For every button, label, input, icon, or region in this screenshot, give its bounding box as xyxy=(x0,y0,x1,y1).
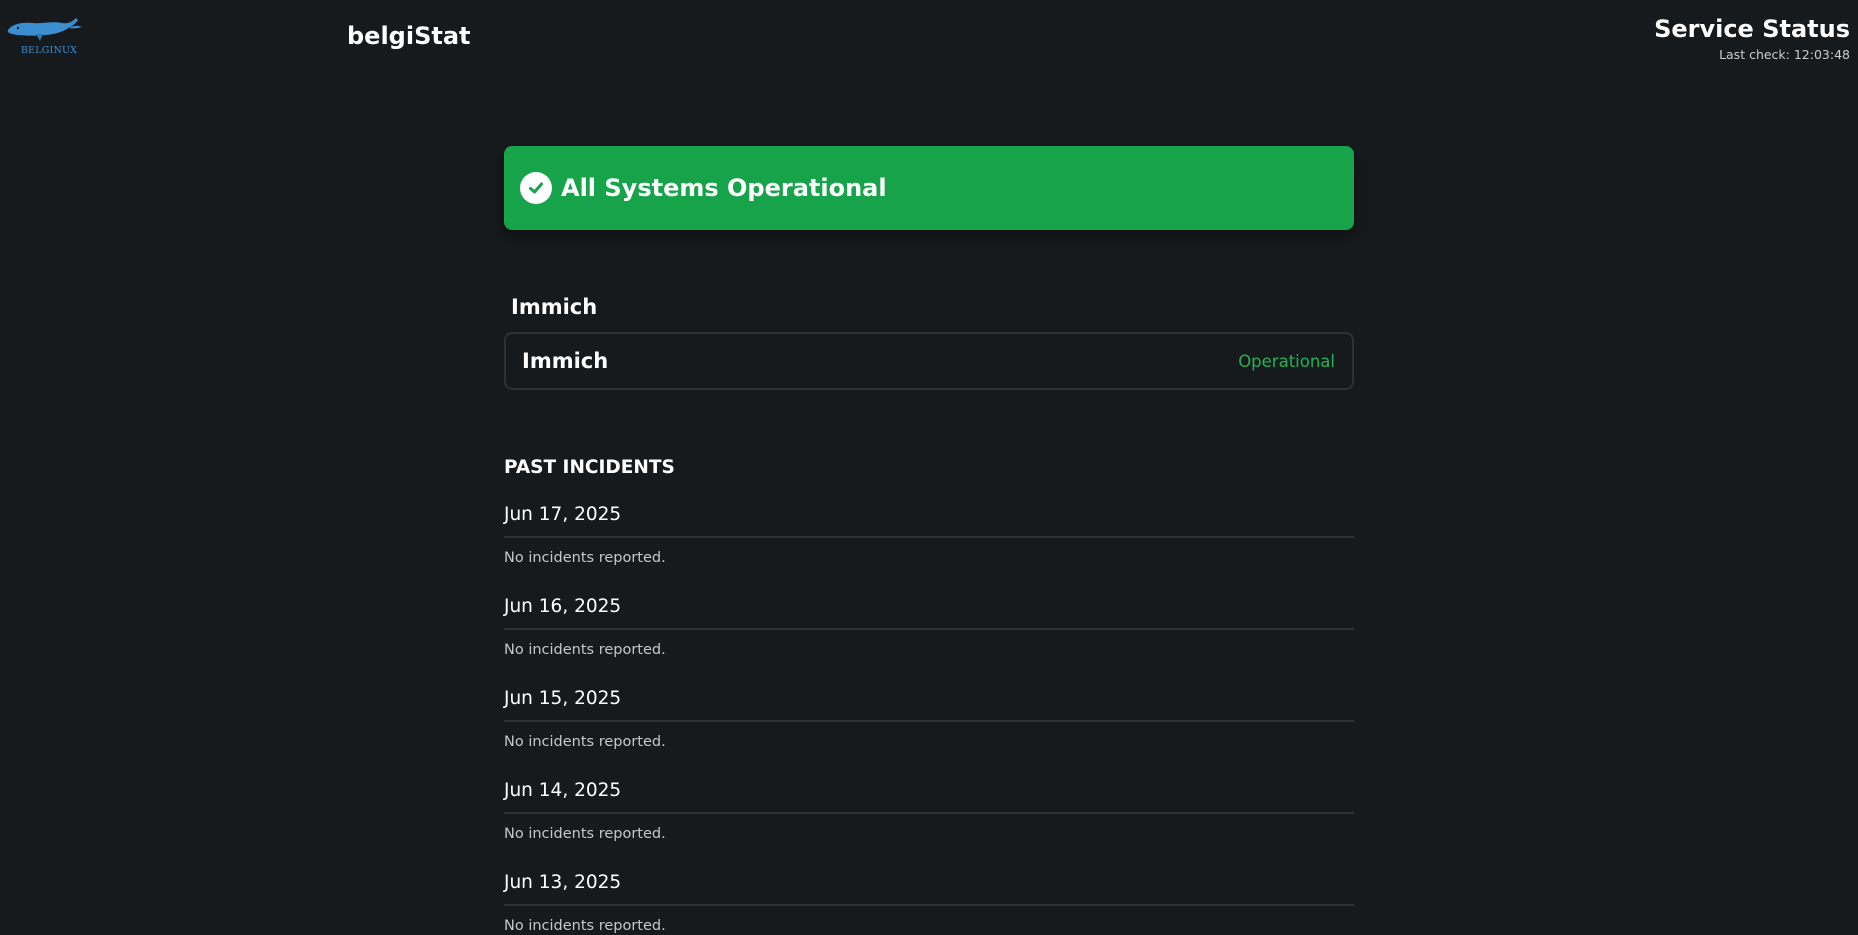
incident-day: Jun 15, 2025 No incidents reported. xyxy=(504,659,1354,751)
overall-status-banner: All Systems Operational xyxy=(504,146,1354,230)
incident-date: Jun 15, 2025 xyxy=(504,659,1354,722)
service-status-header: Service Status Last check: 12:03:48 xyxy=(1654,14,1850,62)
incident-date: Jun 16, 2025 xyxy=(504,567,1354,630)
incident-note: No incidents reported. xyxy=(504,918,666,934)
incident-day: Jun 16, 2025 No incidents reported. xyxy=(504,567,1354,659)
incident-note: No incidents reported. xyxy=(504,642,666,658)
belginux-logo[interactable]: BELGINUX xyxy=(6,16,82,62)
service-name: Immich xyxy=(522,349,609,373)
incident-date: Jun 13, 2025 xyxy=(504,843,1354,906)
whale-icon xyxy=(7,18,82,41)
service-card-immich[interactable]: Immich Operational xyxy=(504,332,1354,390)
last-check-time: Last check: 12:03:48 xyxy=(1719,47,1850,62)
incident-note: No incidents reported. xyxy=(504,550,666,566)
service-status: Operational xyxy=(1238,351,1335,371)
service-group-title: Immich xyxy=(511,295,598,319)
page-title: Service Status xyxy=(1654,15,1850,43)
incident-date: Jun 17, 2025 xyxy=(504,475,1354,538)
main-content: All Systems Operational Immich Immich Op… xyxy=(504,146,1354,935)
logo-wordmark: BELGINUX xyxy=(20,45,78,56)
overall-status-text: All Systems Operational xyxy=(561,174,887,202)
incident-day: Jun 14, 2025 No incidents reported. xyxy=(504,751,1354,843)
brand-name[interactable]: belgiStat xyxy=(347,22,471,50)
incidents-list: Jun 17, 2025 No incidents reported. Jun … xyxy=(504,475,1354,935)
incident-day: Jun 17, 2025 No incidents reported. xyxy=(504,475,1354,567)
incident-note: No incidents reported. xyxy=(504,734,666,750)
check-circle-icon xyxy=(520,172,552,204)
incident-day: Jun 13, 2025 No incidents reported. xyxy=(504,843,1354,935)
incident-date: Jun 14, 2025 xyxy=(504,751,1354,814)
incident-note: No incidents reported. xyxy=(504,826,666,842)
top-bar: BELGINUX belgiStat Service Status Last c… xyxy=(0,0,1858,80)
